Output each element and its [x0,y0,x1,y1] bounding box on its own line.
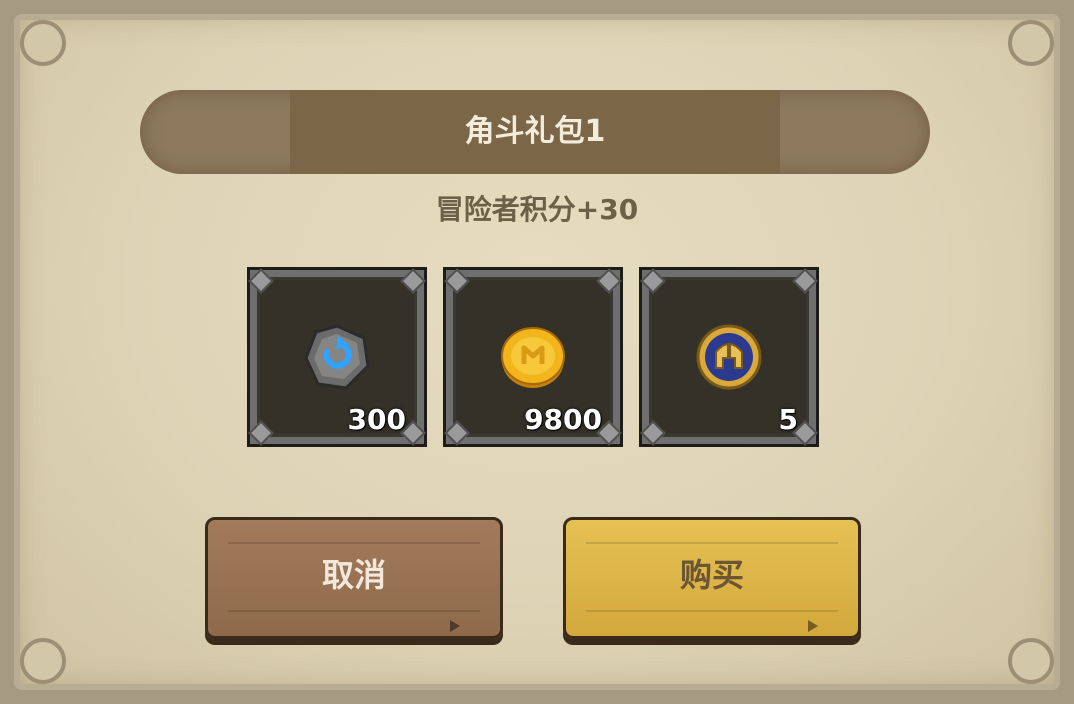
reward-slot[interactable]: 300 [247,267,427,447]
corner-ornament [1008,20,1054,66]
slot-corner-stud [248,268,274,294]
wood-grain [228,610,480,612]
cancel-button[interactable]: 取消 [205,517,503,639]
item-count: 5 [778,403,798,436]
button-notch [808,620,818,632]
slot-corner-stud [444,420,470,446]
gladiator-helmet-medal-icon [696,324,762,390]
slot-corner-stud [444,268,470,294]
corner-ornament [20,638,66,684]
reward-slot[interactable]: 5 [639,267,819,447]
item-count: 300 [347,403,406,436]
wood-grain [586,542,838,544]
slot-corner-stud [596,268,622,294]
score-reward-text: 冒险者积分+30 [435,193,639,226]
gold-coin-icon [501,327,565,388]
dialog-title: 角斗礼包1 [464,114,606,149]
corner-ornament [20,20,66,66]
item-count: 9800 [524,403,602,436]
slot-corner-stud [640,420,666,446]
cancel-button-label: 取消 [321,556,386,594]
wood-grain [586,610,838,612]
gray-rune-stone-icon [304,324,370,390]
wood-grain [228,542,480,544]
reward-slot[interactable]: 9800 [443,267,623,447]
button-notch [450,620,460,632]
buy-button-label: 购买 [679,556,744,594]
buy-button[interactable]: 购买 [563,517,861,639]
slot-corner-stud [400,268,426,294]
slot-corner-stud [792,268,818,294]
slot-corner-stud [640,268,666,294]
slot-corner-stud [248,420,274,446]
corner-ornament [1008,638,1054,684]
